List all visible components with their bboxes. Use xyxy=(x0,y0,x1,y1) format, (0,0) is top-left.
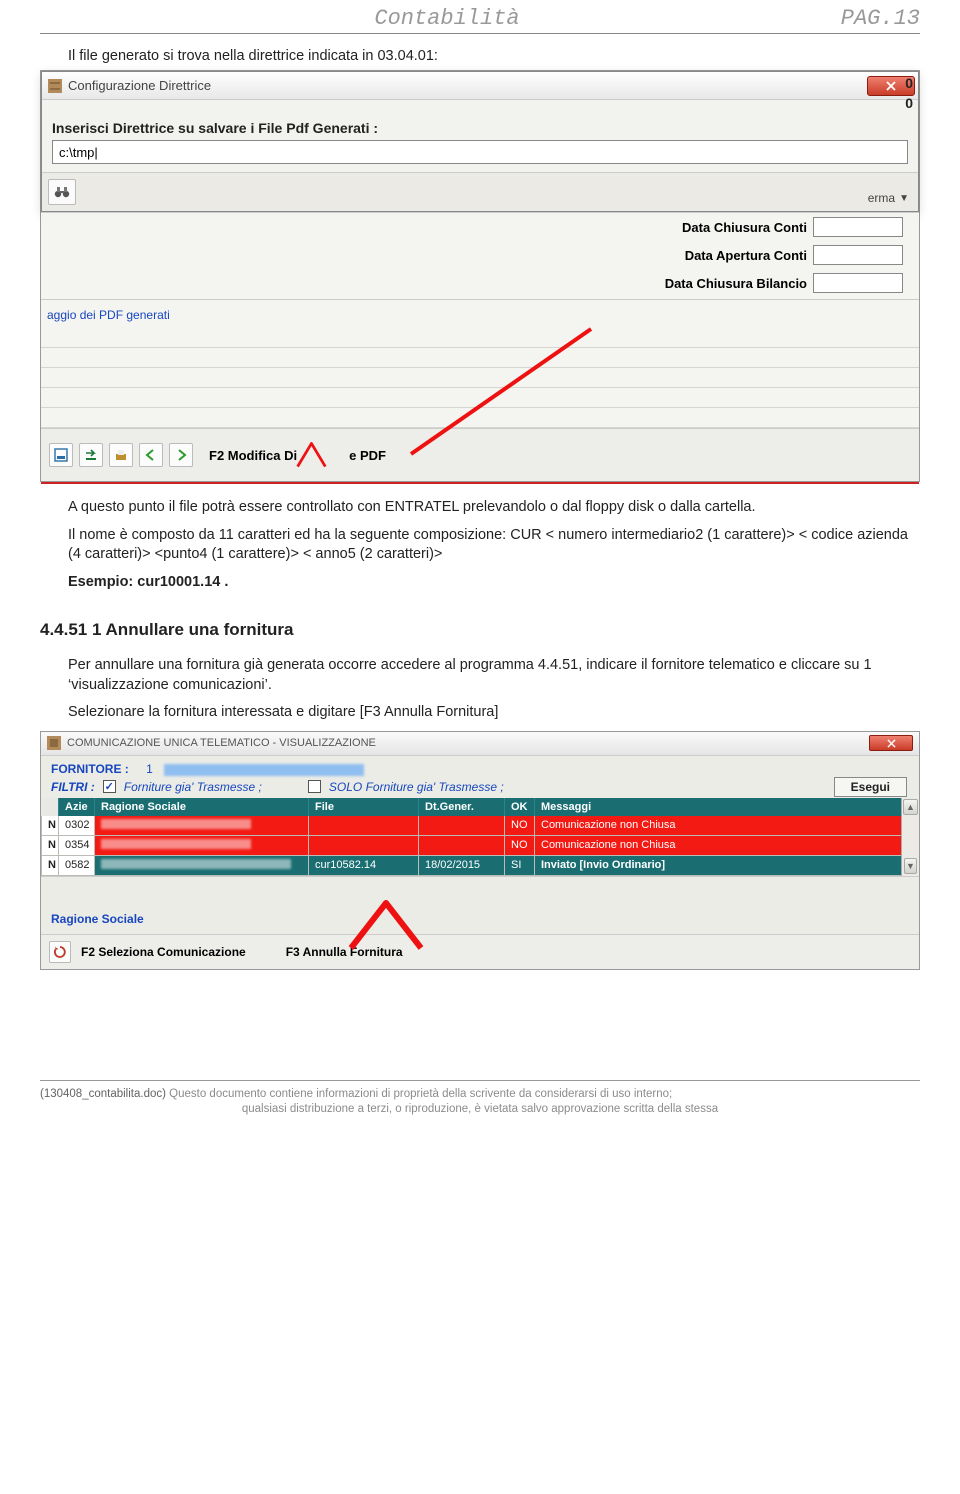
table-row[interactable]: N 0302 NO Comunicazione non Chiusa xyxy=(41,816,919,836)
tool-prev-arrow[interactable] xyxy=(139,443,163,467)
footer-filename: (130408_contabilita.doc) xyxy=(40,1088,166,1100)
value-box-1: 0 xyxy=(905,75,913,91)
table-row[interactable]: N 0582 cur10582.14 18/02/2015 SI Inviato… xyxy=(41,856,919,876)
red-underline xyxy=(41,482,919,484)
opt-forniture-trasmesse: Forniture gia' Trasmesse ; xyxy=(124,780,262,794)
app-icon xyxy=(48,79,62,93)
intro-text: Il file generato si trova nella direttri… xyxy=(68,48,920,64)
grid-scrollbar[interactable]: ▲ ▼ xyxy=(901,798,919,876)
f2-modifica-label[interactable]: F2 Modifica Di e PDF xyxy=(209,435,386,475)
header-rule xyxy=(40,33,920,34)
f2-seleziona-button[interactable]: F2 Seleziona Comunicazione xyxy=(81,945,246,959)
config-direttrice-dialog: Configurazione Direttrice Inserisci Dire… xyxy=(41,71,919,212)
doc-title: Contabilità xyxy=(374,6,519,31)
filtri-label: FILTRI : xyxy=(51,780,95,794)
para-entratel: A questo punto il file potrà essere cont… xyxy=(68,498,920,518)
label-data-chiusura-conti: Data Chiusura Conti xyxy=(682,220,807,235)
pdf-generati-label: aggio dei PDF generati xyxy=(41,302,919,328)
para-annullare-1: Per annullare una fornitura già generata… xyxy=(68,656,920,695)
fornitore-blur xyxy=(164,764,364,776)
label-data-apertura-conti: Data Apertura Conti xyxy=(685,248,807,263)
checkbox-solo-trasmesse[interactable] xyxy=(308,780,321,793)
field-data-chiusura-bilancio[interactable] xyxy=(813,273,903,293)
close-button-2[interactable] xyxy=(869,735,913,751)
screenshot-1: Configurazione Direttrice Inserisci Dire… xyxy=(40,70,920,482)
dropdown-partial[interactable]: erma▼ xyxy=(868,191,909,205)
grid-header: Azie Ragione Sociale File Dt.Gener. OK M… xyxy=(41,798,919,816)
footer-rule xyxy=(40,1080,920,1081)
esegui-button[interactable]: Esegui xyxy=(834,777,907,797)
dialog-title: Configurazione Direttrice xyxy=(68,78,857,93)
checkbox-forniture-trasmesse[interactable]: ✓ xyxy=(103,780,116,793)
fornitore-label: FORNITORE : xyxy=(51,762,129,776)
fornitore-value: 1 xyxy=(146,762,153,776)
tool-icon-1[interactable] xyxy=(49,443,73,467)
footer-line1: Questo documento contiene informazioni d… xyxy=(166,1088,672,1100)
tool-icon-2[interactable] xyxy=(79,443,103,467)
label-data-chiusura-bilancio: Data Chiusura Bilancio xyxy=(665,276,807,291)
para-composizione: Il nome è composto da 11 caratteri ed ha… xyxy=(68,526,920,565)
app-icon-2 xyxy=(47,736,61,750)
binoculars-button[interactable] xyxy=(48,179,76,205)
refresh-button[interactable] xyxy=(49,941,71,963)
footer: (130408_contabilita.doc) Questo document… xyxy=(0,1087,960,1131)
footer-line2: qualsiasi distribuzione a terzi, o ripro… xyxy=(40,1102,920,1117)
path-input[interactable] xyxy=(52,140,908,164)
field-data-chiusura-conti[interactable] xyxy=(813,217,903,237)
f3-annulla-button[interactable]: F3 Annulla Fornitura xyxy=(286,945,403,959)
window-title-2: COMUNICAZIONE UNICA TELEMATICO - VISUALI… xyxy=(67,737,869,749)
screenshot-2: COMUNICAZIONE UNICA TELEMATICO - VISUALI… xyxy=(40,731,920,970)
para-annullare-2: Selezionare la fornitura interessata e d… xyxy=(68,703,920,723)
doc-page: PAG.13 xyxy=(841,6,920,31)
field-data-apertura-conti[interactable] xyxy=(813,245,903,265)
tool-icon-3[interactable] xyxy=(109,443,133,467)
path-prompt-label: Inserisci Direttrice su salvare i File P… xyxy=(52,120,908,136)
scroll-down-icon[interactable]: ▼ xyxy=(904,858,917,874)
tool-next-arrow[interactable] xyxy=(169,443,193,467)
heading-4-4-51: 4.4.51 1 Annullare una fornitura xyxy=(40,620,920,640)
value-box-2: 0 xyxy=(905,95,913,111)
table-row[interactable]: N 0354 NO Comunicazione non Chiusa xyxy=(41,836,919,856)
para-esempio: Esempio: cur10001.14 . xyxy=(68,573,920,593)
opt-solo-trasmesse: SOLO Forniture gia' Trasmesse ; xyxy=(329,780,504,794)
scroll-up-icon[interactable]: ▲ xyxy=(903,799,918,815)
ragione-sociale-label: Ragione Sociale xyxy=(51,912,144,926)
